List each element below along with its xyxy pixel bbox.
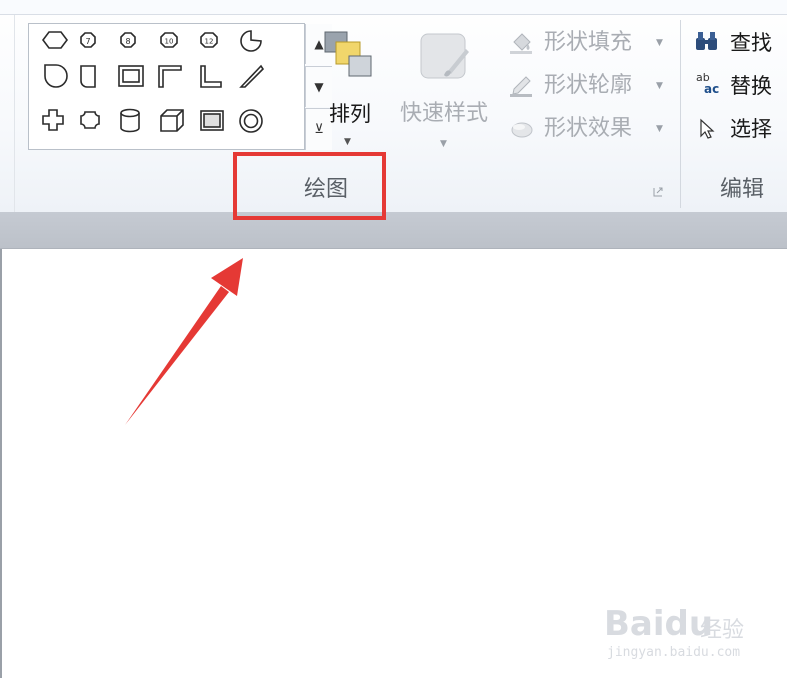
arrange-dropdown-caret-icon: ▼ bbox=[344, 137, 351, 147]
replace-label: 替换 bbox=[730, 74, 772, 98]
arrange-label: 排列 bbox=[329, 102, 371, 126]
svg-text:8: 8 bbox=[125, 37, 130, 46]
shape-effects-label: 形状效果 bbox=[544, 116, 633, 141]
replace-icon: ab ac bbox=[696, 71, 720, 96]
shape-fill-label: 形状填充 bbox=[544, 30, 633, 55]
l-shape-icon[interactable] bbox=[200, 65, 222, 88]
svg-text:10: 10 bbox=[165, 38, 174, 46]
diagonal-stripe-shape-icon[interactable] bbox=[239, 64, 265, 88]
select-label: 选择 bbox=[730, 117, 772, 141]
find-button[interactable]: 查找 bbox=[692, 28, 787, 58]
shapes-gallery-grid: 7 8 10 12 bbox=[42, 30, 265, 133]
hexagon-shape-icon[interactable] bbox=[42, 31, 68, 49]
quick-styles-label: 快速样式 bbox=[399, 101, 488, 126]
ruler-bar bbox=[0, 212, 787, 249]
plaque-shape-icon[interactable] bbox=[80, 111, 100, 129]
quick-styles-button[interactable]: 快速样式 ▼ bbox=[390, 25, 498, 157]
annotation-arrow bbox=[125, 258, 243, 425]
shapes-gallery[interactable]: 7 8 10 12 ▲ ▼ ⊻ bbox=[28, 23, 332, 150]
select-button[interactable]: 选择 bbox=[692, 114, 787, 144]
group-separator bbox=[680, 20, 681, 208]
pie-shape-icon[interactable] bbox=[240, 30, 262, 52]
watermark-url: jingyan.baidu.com bbox=[607, 645, 741, 660]
shape-effects-button[interactable]: 形状效果 ▼ bbox=[506, 114, 671, 144]
shape-effects-icon bbox=[511, 122, 533, 138]
highlight-box bbox=[233, 152, 386, 220]
shape-outline-caret-icon: ▼ bbox=[656, 81, 663, 91]
dialog-launcher-icon bbox=[653, 187, 663, 197]
octagon-8-shape-icon[interactable]: 8 bbox=[120, 32, 136, 48]
can-shape-icon[interactable] bbox=[120, 108, 140, 133]
replace-button[interactable]: ab ac 替换 bbox=[692, 71, 787, 101]
cube-shape-icon[interactable] bbox=[160, 109, 184, 132]
shape-fill-caret-icon: ▼ bbox=[656, 38, 663, 48]
cross-shape-icon[interactable] bbox=[42, 109, 64, 131]
snip-corner-shape-icon[interactable] bbox=[80, 65, 96, 88]
quick-styles-dropdown-caret-icon: ▼ bbox=[440, 139, 447, 149]
cursor-arrow-icon bbox=[700, 118, 715, 139]
editing-group-label: 编辑 bbox=[720, 177, 765, 202]
octagon-7-shape-icon[interactable]: 7 bbox=[80, 32, 96, 48]
shape-effects-caret-icon: ▼ bbox=[656, 124, 663, 134]
quick-styles-icon bbox=[420, 33, 469, 79]
document-left-border bbox=[0, 249, 2, 678]
shape-fill-button[interactable]: 形状填充 ▼ bbox=[506, 28, 671, 58]
binoculars-icon bbox=[696, 32, 717, 50]
half-frame-shape-icon[interactable] bbox=[158, 65, 182, 88]
frame-shape-icon[interactable] bbox=[118, 65, 144, 87]
ribbon-left-edge bbox=[0, 15, 15, 212]
arrange-icon bbox=[324, 31, 372, 77]
octagon-12-shape-icon[interactable]: 12 bbox=[200, 32, 218, 48]
octagon-10-shape-icon[interactable]: 10 bbox=[160, 32, 178, 48]
pencil-outline-icon bbox=[510, 76, 532, 97]
watermark-cn: 经验 bbox=[700, 618, 745, 643]
shape-outline-label: 形状轮廓 bbox=[544, 73, 633, 98]
teardrop-shape-icon[interactable] bbox=[44, 64, 68, 88]
arrange-button[interactable]: 排列 ▼ bbox=[318, 25, 380, 157]
find-label: 查找 bbox=[730, 31, 772, 55]
svg-text:7: 7 bbox=[85, 37, 90, 46]
shape-outline-button[interactable]: 形状轮廓 ▼ bbox=[506, 71, 671, 101]
bevel-shape-icon[interactable] bbox=[200, 110, 224, 131]
donut-shape-icon[interactable] bbox=[239, 109, 263, 133]
ribbon-tab-strip bbox=[0, 0, 787, 15]
svg-text:12: 12 bbox=[205, 38, 214, 46]
drawing-dialog-launcher-button[interactable] bbox=[653, 182, 663, 197]
paint-bucket-icon bbox=[510, 33, 532, 54]
watermark-brand: Baidu bbox=[604, 604, 714, 644]
